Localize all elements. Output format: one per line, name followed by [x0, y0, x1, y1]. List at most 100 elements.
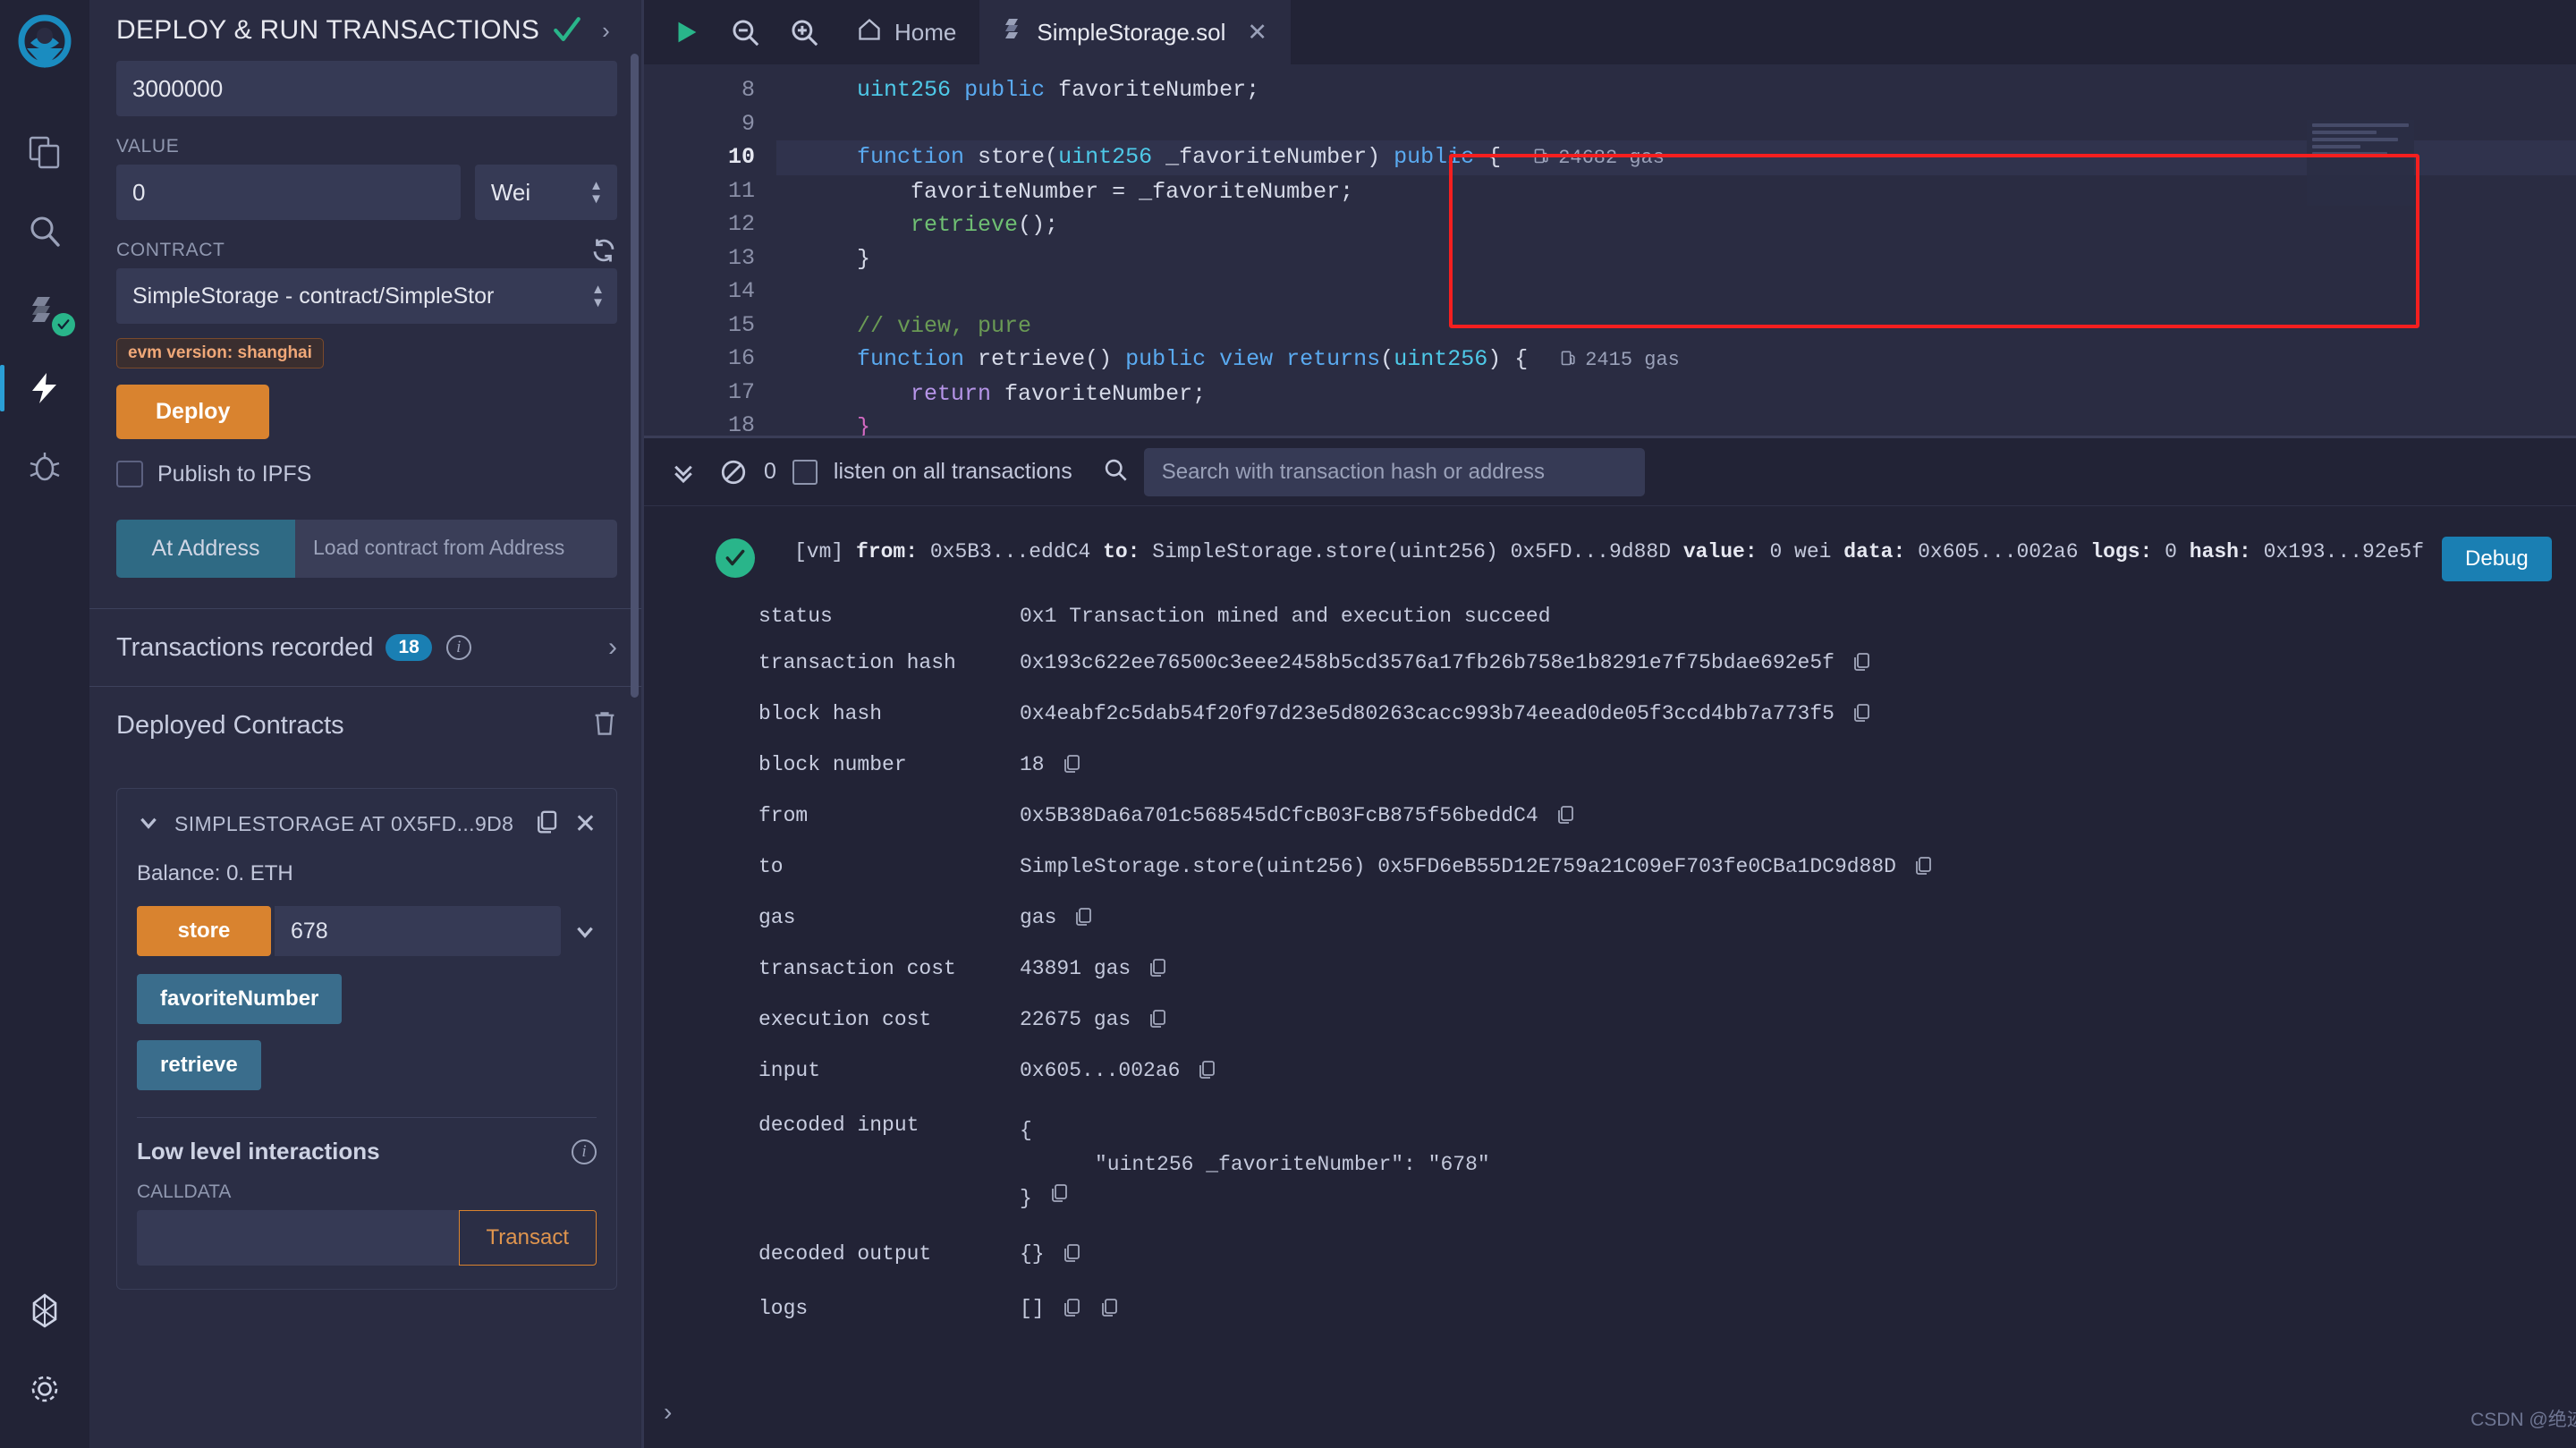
success-icon — [716, 538, 755, 578]
gas-limit-input[interactable]: 3000000 — [116, 61, 617, 116]
info-icon[interactable]: i — [445, 635, 471, 660]
info-icon[interactable]: i — [572, 1139, 597, 1164]
debug-button[interactable]: Debug — [2442, 537, 2552, 581]
value-unit-select[interactable]: Wei ▲ ▼ — [474, 165, 617, 220]
detail-key: block number — [758, 753, 907, 776]
transaction-detail-rows: status 0x1 Transaction mined and executio… — [644, 605, 2576, 1087]
copy-icon[interactable] — [1147, 957, 1168, 985]
copy-icon[interactable] — [1061, 753, 1082, 781]
copy-icon[interactable] — [1147, 1008, 1168, 1036]
store-argument-input[interactable]: 678 — [275, 906, 561, 956]
expand-terminal-icon[interactable]: › — [664, 1398, 672, 1427]
detail-value: 0x5B38Da6a701c568545dCfcB03FcB875f56bedd… — [1020, 804, 1538, 827]
deployed-contract-header[interactable]: SIMPLESTORAGE AT 0X5FD...9D8 ✕ — [117, 789, 616, 852]
settings-icon[interactable] — [13, 1350, 77, 1428]
listen-all-transactions-checkbox[interactable] — [792, 459, 818, 485]
remix-logo[interactable] — [13, 13, 77, 77]
refresh-icon[interactable] — [590, 237, 617, 268]
transactions-recorded-count: 18 — [386, 634, 432, 661]
store-function-button[interactable]: store — [137, 906, 271, 956]
chevron-right-icon[interactable]: › — [608, 632, 617, 663]
copy-icon[interactable] — [1851, 651, 1872, 679]
copy-icon[interactable] — [1061, 1242, 1082, 1270]
detail-key: gas — [758, 906, 796, 929]
left-panel-scrollbar[interactable] — [631, 54, 639, 698]
detail-value: 22675 gas — [1020, 1008, 1131, 1031]
debugger-icon[interactable] — [13, 428, 77, 506]
code-line[interactable]: } — [776, 242, 2576, 276]
value-input[interactable]: 0 — [116, 165, 461, 220]
panel-body: 3000000 VALUE 0 Wei ▲ ▼ CONTRACT SimpleS… — [89, 61, 644, 1290]
copy-icon[interactable] — [1555, 804, 1576, 832]
logs-key: logs — [758, 1297, 809, 1320]
file-explorer-icon[interactable] — [13, 113, 77, 191]
iconbar-bottom-group — [13, 1271, 77, 1428]
zoom-in-icon[interactable] — [775, 0, 834, 64]
copy-icon[interactable] — [1196, 1059, 1217, 1087]
watermark: CSDN @绝迹之春 — [2470, 1410, 2576, 1430]
publish-ipfs-label: Publish to IPFS — [157, 461, 312, 487]
tab-simplestorage-sol[interactable]: SimpleStorage.sol ✕ — [979, 0, 1291, 64]
code-line[interactable]: retrieve(); — [776, 208, 2576, 242]
transaction-summary-row[interactable]: [vm] from: 0x5B3...eddC4 to: SimpleStora… — [644, 537, 2576, 581]
publish-ipfs-checkbox[interactable] — [116, 461, 143, 487]
collapse-terminal-icon[interactable] — [658, 438, 708, 506]
activity-icon-bar — [0, 0, 89, 1448]
expand-inputs-icon[interactable] — [561, 906, 597, 956]
line-number: 18 — [727, 412, 755, 438]
code-line[interactable]: uint256 public favoriteNumber; — [776, 73, 2576, 107]
line-number: 10 — [727, 144, 755, 170]
contract-header: CONTRACT — [116, 220, 617, 268]
chevron-right-icon[interactable]: › — [602, 19, 610, 42]
solidity-icon — [1003, 17, 1024, 48]
sidebar-item-deploy-run[interactable] — [0, 349, 77, 428]
detail-key: transaction cost — [758, 957, 956, 980]
tab-home[interactable]: Home — [834, 0, 979, 64]
run-script-icon[interactable] — [657, 0, 716, 64]
panel-header: DEPLOY & RUN TRANSACTIONS › — [89, 0, 644, 61]
transactions-recorded-header[interactable]: Transactions recorded 18 i › — [116, 609, 617, 686]
value-label: VALUE — [116, 136, 180, 157]
search-icon[interactable] — [13, 191, 77, 270]
copy-icon[interactable] — [1048, 1181, 1070, 1215]
delete-all-contracts-icon[interactable] — [592, 710, 617, 741]
code-line[interactable]: return favoriteNumber; — [776, 377, 2576, 411]
copy-logs-icon[interactable] — [1098, 1297, 1120, 1325]
detail-value-wrap: 0x193c622ee76500c3eee2458b5cd3576a17fb26… — [1020, 651, 1872, 679]
chevron-down-icon[interactable] — [137, 810, 160, 838]
detail-key: block hash — [758, 702, 883, 725]
retrieve-function-button[interactable]: retrieve — [137, 1040, 261, 1090]
transact-button[interactable]: Transact — [458, 1210, 597, 1266]
terminal-search-input[interactable]: Search with transaction hash or address — [1143, 447, 1645, 496]
zoom-out-icon[interactable] — [716, 0, 775, 64]
at-address-button[interactable]: At Address — [116, 520, 295, 578]
spinner-icon: ▲ ▼ — [589, 177, 603, 207]
editor-minimap[interactable] — [2306, 120, 2414, 206]
publish-ipfs-row[interactable]: Publish to IPFS — [116, 461, 617, 487]
load-contract-address-input[interactable]: Load contract from Address — [295, 520, 617, 578]
detail-key: to — [758, 855, 784, 878]
close-icon[interactable]: ✕ — [574, 810, 597, 837]
code-line[interactable]: // view, pure — [776, 309, 2576, 343]
code-line[interactable]: } — [776, 411, 2576, 438]
copy-address-icon[interactable] — [533, 809, 560, 840]
calldata-input[interactable] — [137, 1210, 459, 1266]
deploy-button[interactable]: Deploy — [116, 385, 270, 439]
copy-icon[interactable] — [1912, 855, 1934, 883]
copy-icon[interactable] — [1061, 1297, 1082, 1325]
detail-key: transaction hash — [758, 651, 956, 674]
code-line[interactable] — [776, 275, 2576, 309]
contract-select[interactable]: SimpleStorage - contract/SimpleStor ▲ ▼ — [116, 268, 617, 324]
close-icon[interactable]: ✕ — [1247, 19, 1267, 47]
favoriteNumber-function-button[interactable]: favoriteNumber — [137, 974, 343, 1024]
clear-console-icon[interactable] — [708, 438, 758, 506]
code-line[interactable]: function retrieve() public view returns(… — [776, 343, 2576, 377]
solidity-compiler-icon[interactable] — [13, 270, 77, 349]
evm-version-chip: evm version: shanghai — [116, 338, 324, 368]
copy-icon[interactable] — [1072, 906, 1094, 934]
plugin-manager-icon[interactable] — [13, 1271, 77, 1350]
search-icon[interactable] — [1103, 457, 1128, 487]
code-editor[interactable]: 8 9 10 11 12 13 14 15 16 17 18 uint256 public favo… — [644, 64, 2576, 438]
copy-icon[interactable] — [1851, 702, 1872, 730]
listen-all-transactions-label: listen on all transactions — [833, 459, 1072, 484]
